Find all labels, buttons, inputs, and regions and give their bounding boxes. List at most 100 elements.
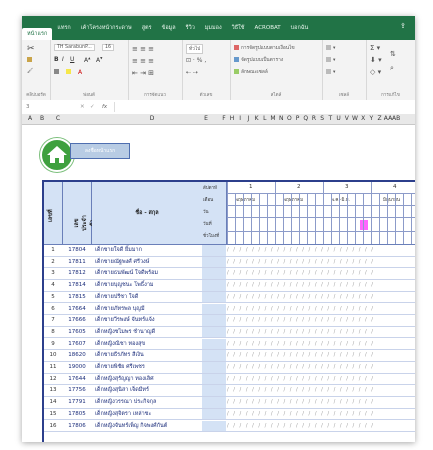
delete-cells-icon[interactable]: ▾ bbox=[326, 57, 335, 63]
format-cells-icon[interactable]: ▾ bbox=[326, 69, 335, 75]
align-top-icon[interactable]: ≡ ≡ ≡ bbox=[132, 45, 154, 53]
paste-icon[interactable] bbox=[27, 57, 34, 63]
fx-icon[interactable]: fx bbox=[102, 102, 107, 112]
formula-input[interactable] bbox=[114, 102, 415, 112]
table-row[interactable]: 14 17791 เด็กหญิงวรรณา ประกิจกุล / / / / / … bbox=[44, 397, 415, 409]
cancel-icon[interactable]: ✕ bbox=[80, 102, 85, 112]
attendance-marks[interactable]: / / / / / / / / / / / / / / / / / / / / … bbox=[227, 421, 415, 432]
clear-icon[interactable]: ◇ ▾ bbox=[370, 68, 381, 76]
column-header[interactable]: E bbox=[200, 114, 212, 124]
table-row[interactable]: 13 17756 เด็กหญิงสุนิสา เจ็ดมีทร์ / / / / /… bbox=[44, 385, 415, 397]
table-row[interactable]: 6 17664 เด็กชายภัทรพล บุญมี / / / / / / / /… bbox=[44, 303, 415, 316]
table-row[interactable]: 4 17814 เด็กชายบุญชนะ โพธิ์งาม / / / / / / … bbox=[44, 280, 415, 292]
table-row[interactable]: 11 19000 เด็กชายพิชัย ศรีเพชร / / / / / / /… bbox=[44, 362, 415, 374]
table-row[interactable]: 9 17607 เด็กหญิงณิชา ทองสุข / / / / / / / /… bbox=[44, 338, 415, 351]
column-header[interactable]: Z bbox=[376, 114, 384, 124]
column-header[interactable]: S bbox=[318, 114, 326, 124]
ribbon-tab[interactable]: วิธีใช้ bbox=[227, 16, 250, 40]
autosum-icon[interactable]: Σ ▾ bbox=[370, 44, 380, 52]
find-icon[interactable]: ⌕ bbox=[390, 64, 394, 73]
table-row[interactable]: 12 17644 เด็กหญิงสุรัญญา ทองเลิศ / / / / / … bbox=[44, 373, 415, 386]
insert-cells-icon[interactable]: ▾ bbox=[326, 45, 335, 51]
attendance-marks[interactable]: / / / / / / / / / / / / / / / / / / / / … bbox=[227, 257, 415, 268]
attendance-marks[interactable]: / / / / / / / / / / / / / / / / / / / / … bbox=[227, 327, 415, 338]
ribbon-tab[interactable]: บอกฉัน bbox=[286, 16, 314, 40]
attendance-marks[interactable]: / / / / / / / / / / / / / / / / / / / / … bbox=[227, 350, 415, 361]
font-size-select[interactable]: 16 bbox=[102, 44, 115, 51]
table-row[interactable]: 1 17804 เด็กชายใจดี ยิ้มมาก / / / / / / / /… bbox=[44, 245, 415, 257]
column-header[interactable]: V bbox=[343, 114, 351, 124]
column-header[interactable]: P bbox=[294, 114, 302, 124]
attendance-marks[interactable]: / / / / / / / / / / / / / / / / / / / / … bbox=[227, 374, 415, 385]
column-header[interactable]: AB bbox=[392, 114, 400, 124]
attendance-marks[interactable]: / / / / / / / / / / / / / / / / / / / / … bbox=[227, 292, 415, 303]
column-header[interactable]: AA bbox=[384, 114, 392, 124]
ribbon-tab[interactable]: แทรก bbox=[52, 16, 75, 40]
name-box[interactable]: 3 bbox=[26, 102, 66, 112]
ribbon-tab[interactable]: ACROBAT bbox=[250, 16, 286, 40]
percent-icon[interactable]: ⊡ · % , bbox=[186, 57, 206, 64]
confirm-icon[interactable]: ✓ bbox=[90, 102, 95, 112]
attendance-marks[interactable]: / / / / / / / / / / / / / / / / / / / / … bbox=[227, 268, 415, 279]
table-row[interactable]: 2 17811 เด็กชายณัฐพงศ์ ศรีวงษ์ / / / / / / … bbox=[44, 256, 415, 269]
attendance-marks[interactable]: / / / / / / / / / / / / / / / / / / / / … bbox=[227, 362, 415, 373]
font-name-select[interactable]: TH SarabunP... bbox=[54, 44, 95, 51]
column-header[interactable]: H bbox=[228, 114, 236, 124]
column-header[interactable]: A bbox=[24, 114, 36, 124]
column-header[interactable]: L bbox=[261, 114, 269, 124]
attendance-marks[interactable]: / / / / / / / / / / / / / / / / / / / / … bbox=[227, 304, 415, 315]
attendance-marks[interactable]: / / / / / / / / / / / / / / / / / / / / … bbox=[227, 409, 415, 420]
column-header[interactable]: D bbox=[122, 114, 182, 124]
attendance-marks[interactable]: / / / / / / / / / / / / / / / / / / / / … bbox=[227, 245, 415, 256]
column-header[interactable]: R bbox=[310, 114, 318, 124]
highlighted-cell[interactable] bbox=[360, 220, 368, 230]
attendance-marks[interactable]: / / / / / / / / / / / / / / / / / / / / … bbox=[227, 385, 415, 396]
attendance-marks[interactable]: / / / / / / / / / / / / / / / / / / / / … bbox=[227, 397, 415, 408]
fill-color-icon[interactable] bbox=[66, 69, 73, 75]
column-header[interactable]: J bbox=[244, 114, 252, 124]
format-as-table-button[interactable]: จัดรูปแบบเป็นตาราง bbox=[234, 56, 283, 64]
cut-icon[interactable]: ✂ bbox=[27, 44, 35, 54]
share-icon[interactable]: ⇪ bbox=[400, 22, 406, 30]
column-header[interactable]: W bbox=[351, 114, 359, 124]
format-painter-icon[interactable]: 🖌 bbox=[27, 69, 33, 74]
table-row[interactable]: 5 17815 เด็กชายปรีชา ใจดี / / / / / / / / /… bbox=[44, 291, 415, 304]
column-header[interactable]: T bbox=[326, 114, 334, 124]
table-row[interactable]: 7 17666 เด็กชายวีรพงษ์ จันทร์แจ้ง / / / / /… bbox=[44, 315, 415, 327]
column-header[interactable]: O bbox=[285, 114, 293, 124]
shrink-font-button[interactable]: A▼ bbox=[96, 56, 102, 64]
column-header[interactable]: M bbox=[269, 114, 277, 124]
number-format-select[interactable]: ทั่วไป bbox=[186, 44, 204, 54]
column-header[interactable]: X bbox=[359, 114, 367, 124]
font-color-icon[interactable]: A bbox=[78, 69, 82, 76]
borders-icon[interactable] bbox=[54, 69, 61, 75]
indent-icon[interactable]: ⇤ ⇥ ⊞ bbox=[132, 69, 154, 77]
table-row[interactable]: 15 17805 เด็กหญิงสุจิตรา เหล่าชะ / / / / / … bbox=[44, 408, 415, 421]
ribbon-tab[interactable]: ข้อมูล bbox=[157, 16, 181, 40]
column-header[interactable]: K bbox=[253, 114, 261, 124]
fill-icon[interactable]: ⬇ ▾ bbox=[370, 56, 382, 64]
column-header[interactable]: Q bbox=[302, 114, 310, 124]
ribbon-tab[interactable]: สูตร bbox=[137, 16, 157, 40]
table-row[interactable]: 8 17605 เด็กหญิงชไมพร ชำนาญดี / / / / / / /… bbox=[44, 326, 415, 339]
align-center-icon[interactable]: ≡ ≡ ≡ bbox=[132, 57, 154, 65]
underline-button[interactable]: U bbox=[70, 56, 74, 63]
table-row[interactable]: 3 17812 เด็กชายธนพัฒน์ ใจดีพร้อม / / / / / … bbox=[44, 268, 415, 280]
decimal-icon[interactable]: ⇠ ⇢ bbox=[186, 69, 198, 76]
column-header[interactable]: Y bbox=[367, 114, 375, 124]
column-header[interactable]: U bbox=[335, 114, 343, 124]
cell-styles-button[interactable]: ลักษณะเซลล์ bbox=[234, 68, 268, 76]
worksheet-grid[interactable]: ลงชื่อหน้าแรก เลขที่ เลขประจำตัว ชื่อ - … bbox=[22, 124, 415, 442]
grow-font-button[interactable]: A▲ bbox=[84, 56, 90, 64]
column-header[interactable]: N bbox=[277, 114, 285, 124]
bold-button[interactable]: B bbox=[54, 56, 59, 63]
sort-filter-icon[interactable]: ⇅ bbox=[390, 50, 396, 58]
italic-button[interactable]: I bbox=[62, 56, 64, 63]
ribbon-tab[interactable]: รีวิว bbox=[181, 16, 200, 40]
ribbon-tab[interactable]: มุมมอง bbox=[200, 16, 227, 40]
table-row[interactable]: 16 17806 เด็กหญิงจันทร์เพ็ญ กิจพงศ์กันต์ / … bbox=[44, 420, 415, 433]
attendance-marks[interactable]: / / / / / / / / / / / / / / / / / / / / … bbox=[227, 339, 415, 350]
attendance-marks[interactable]: / / / / / / / / / / / / / / / / / / / / … bbox=[227, 315, 415, 326]
column-header[interactable]: I bbox=[236, 114, 244, 124]
conditional-formatting-button[interactable]: การจัดรูปแบบตามเงื่อนไข bbox=[234, 44, 295, 52]
